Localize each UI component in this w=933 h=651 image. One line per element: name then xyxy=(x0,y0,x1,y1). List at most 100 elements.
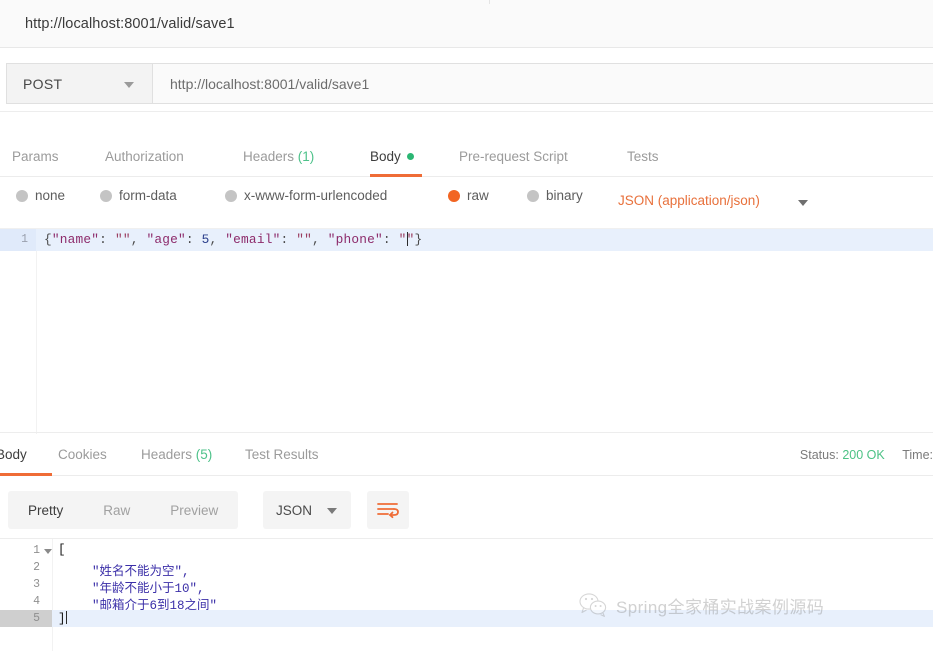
response-format-selector[interactable]: JSON xyxy=(263,491,351,529)
tab-count: (5) xyxy=(192,447,213,462)
tab-authorization[interactable]: Authorization xyxy=(105,149,184,164)
response-tab-cookies[interactable]: Cookies xyxy=(58,447,107,462)
radio-icon xyxy=(225,189,237,202)
code-token: 5 xyxy=(201,232,210,247)
request-bar-divider xyxy=(0,111,933,112)
active-response-tab-underline xyxy=(0,473,52,476)
word-wrap-button[interactable] xyxy=(367,491,409,529)
postman-window: http://localhost:8001/valid/save1 POST h… xyxy=(0,0,933,651)
code-token: : xyxy=(99,232,115,247)
status-label: Status: xyxy=(799,448,839,462)
chevron-down-icon[interactable] xyxy=(798,200,808,206)
code-fold-icon[interactable] xyxy=(44,549,52,554)
body-type-x-www-form-urlencoded[interactable]: x-www-form-urlencoded xyxy=(225,188,387,203)
code-token: } xyxy=(414,232,423,247)
code-token: ] xyxy=(58,612,66,626)
chevron-down-icon xyxy=(124,82,134,88)
request-body-code: {"name": "", "age": 5, "email": "", "pho… xyxy=(44,232,422,247)
body-type-raw[interactable]: raw xyxy=(448,188,489,203)
code-token: "" xyxy=(114,232,131,247)
chevron-down-icon xyxy=(327,508,337,514)
code-token: "age" xyxy=(146,232,186,247)
response-tab-headers[interactable]: Headers (5) xyxy=(141,447,212,462)
request-tab-strip: http://localhost:8001/valid/save1 xyxy=(0,0,933,48)
tab-label: Body xyxy=(370,149,401,164)
tab-label: Authorization xyxy=(105,149,184,164)
request-tab-title[interactable]: http://localhost:8001/valid/save1 xyxy=(25,16,235,32)
radio-label: none xyxy=(35,188,66,203)
line-number: 4 xyxy=(33,595,40,608)
response-tab-body[interactable]: Body xyxy=(0,447,27,462)
response-toolbar: Pretty Raw Preview JSON xyxy=(0,487,933,535)
tab-params[interactable]: Params xyxy=(12,149,59,164)
body-type-binary[interactable]: binary xyxy=(527,188,583,203)
response-view-raw[interactable]: Raw xyxy=(83,503,150,518)
tab-label: Params xyxy=(12,149,59,164)
radio-icon xyxy=(100,189,112,202)
tab-tests[interactable]: Tests xyxy=(627,149,659,164)
tab-label: Headers xyxy=(243,149,295,164)
response-code-text: [ xyxy=(58,543,66,557)
status-badge: 200 OK xyxy=(842,448,885,462)
response-line: 4 "邮箱介于6到18之间" xyxy=(0,593,933,613)
response-line: 3 "年龄不能小于10", xyxy=(0,576,933,596)
url-input[interactable]: http://localhost:8001/valid/save1 xyxy=(152,63,933,104)
active-tab-underline xyxy=(370,174,422,177)
response-line: 2 "姓名不能为空", xyxy=(0,559,933,579)
radio-icon xyxy=(448,189,460,202)
response-line: 5] xyxy=(0,610,933,627)
response-line: 1[ xyxy=(0,542,933,559)
tab-pre-request-script[interactable]: Pre-request Script xyxy=(459,149,568,164)
request-tabs: Params Authorization Headers (1) Body Pre-re… xyxy=(0,140,933,177)
response-view-switch: Pretty Raw Preview xyxy=(8,491,239,529)
response-body-editor[interactable]: 1[2 "姓名不能为空", 3 "年龄不能小于10", 4 "邮箱介于6到18之间" 5] xyxy=(0,538,933,651)
line-number: 1 xyxy=(33,544,40,557)
time-label: Time: xyxy=(902,448,933,462)
response-view-pretty[interactable]: Pretty xyxy=(8,503,83,518)
tab-count: (1) xyxy=(294,149,315,164)
line-number: 5 xyxy=(33,612,40,625)
response-view-preview[interactable]: Preview xyxy=(150,503,238,518)
line-number: 2 xyxy=(33,561,40,574)
url-input-value: http://localhost:8001/valid/save1 xyxy=(170,76,370,92)
body-modified-dot-icon xyxy=(406,153,414,160)
response-code-text: ] xyxy=(58,611,67,626)
content-type-selector[interactable]: JSON (application/json) xyxy=(618,193,760,208)
radio-icon xyxy=(527,189,539,202)
code-token: , xyxy=(209,232,226,247)
body-type-form-data[interactable]: form-data xyxy=(100,188,177,203)
code-token: " xyxy=(398,232,407,247)
tab-body[interactable]: Body xyxy=(370,149,414,164)
tab-headers[interactable]: Headers (1) xyxy=(243,149,314,164)
tab-label: Test Results xyxy=(245,447,319,462)
code-token: "name" xyxy=(51,232,100,247)
code-token: : xyxy=(382,232,399,247)
code-token: : xyxy=(185,232,202,247)
http-method-label: POST xyxy=(23,76,63,92)
tab-divider xyxy=(489,0,490,4)
radio-label: form-data xyxy=(119,188,177,203)
request-body-editor[interactable]: 1 {"name": "", "age": 5, "email": "", "p… xyxy=(0,228,933,434)
code-token: "email" xyxy=(225,232,281,247)
gutter-divider xyxy=(36,251,37,434)
radio-label: raw xyxy=(467,188,489,203)
request-bar: POST http://localhost:8001/valid/save1 xyxy=(0,55,933,112)
code-token: , xyxy=(311,232,328,247)
response-tabs: Status: 200 OK Time: Body Cookies Headers … xyxy=(0,437,933,476)
word-wrap-icon xyxy=(377,503,399,519)
response-tab-test-results[interactable]: Test Results xyxy=(245,447,319,462)
http-method-selector[interactable]: POST xyxy=(6,63,152,104)
code-token: "phone" xyxy=(327,232,383,247)
tab-label: Cookies xyxy=(58,447,107,462)
body-type-options: JSON (application/json) none form-data x-w… xyxy=(0,183,933,221)
text-caret xyxy=(65,611,67,624)
code-token: "" xyxy=(296,232,312,247)
tab-label: Pre-request Script xyxy=(459,149,568,164)
tab-label: Body xyxy=(0,447,27,462)
line-number: 1 xyxy=(21,233,28,246)
line-number: 3 xyxy=(33,578,40,591)
radio-icon xyxy=(16,189,28,202)
radio-label: binary xyxy=(546,188,583,203)
code-token: : xyxy=(280,232,297,247)
body-type-none[interactable]: none xyxy=(16,188,65,203)
